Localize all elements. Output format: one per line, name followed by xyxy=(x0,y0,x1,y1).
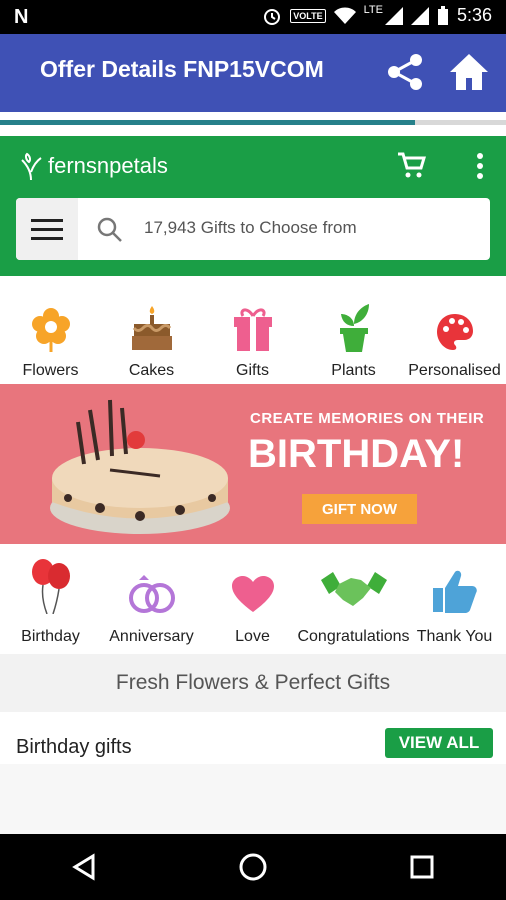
rings-icon xyxy=(128,575,175,613)
category-gifts[interactable]: Gifts xyxy=(202,276,303,384)
occasion-label: Thank You xyxy=(416,628,493,645)
brand-logo[interactable]: fernsnpetals xyxy=(18,150,168,182)
category-flowers[interactable]: Flowers xyxy=(0,276,101,384)
category-plants[interactable]: Plants xyxy=(303,276,404,384)
signal-icon-2 xyxy=(410,6,429,25)
search-input[interactable]: 17,943 Gifts to Choose from xyxy=(144,218,357,238)
product-list-area xyxy=(0,764,506,834)
gift-icon xyxy=(233,308,272,351)
section-title: Birthday gifts xyxy=(16,736,132,758)
share-icon[interactable] xyxy=(386,52,426,92)
category-cakes[interactable]: Cakes xyxy=(101,276,202,384)
cake-icon xyxy=(131,306,172,350)
banner-headline: BIRTHDAY! xyxy=(248,432,465,476)
category-label: Plants xyxy=(331,362,376,379)
occasion-label: Birthday xyxy=(21,628,80,645)
flower-icon xyxy=(31,308,70,352)
thumbs-up-icon xyxy=(432,570,477,613)
category-label: Cakes xyxy=(128,362,175,379)
cart-icon[interactable] xyxy=(396,150,426,180)
palette-icon xyxy=(436,314,473,350)
battery-icon xyxy=(437,5,448,25)
flower-logo-icon xyxy=(21,152,42,181)
tagline: Fresh Flowers & Perfect Gifts xyxy=(0,654,506,712)
occasion-love[interactable]: Love xyxy=(202,544,303,654)
system-nav-bar xyxy=(0,834,506,900)
birthday-gifts-section: Birthday gifts VIEW ALL xyxy=(0,712,506,764)
view-all-button[interactable]: VIEW ALL xyxy=(385,728,493,758)
wifi-icon xyxy=(333,7,356,24)
occasion-birthday[interactable]: Birthday xyxy=(0,544,101,654)
recents-icon[interactable] xyxy=(409,854,435,880)
category-label: Flowers xyxy=(22,362,79,379)
home-icon[interactable] xyxy=(448,52,490,92)
clock: 5:36 xyxy=(456,5,492,25)
occasion-congratulations[interactable]: Congratulations xyxy=(297,544,410,654)
occasion-label: Congratulations xyxy=(297,628,410,645)
search-bar[interactable]: 17,943 Gifts to Choose from xyxy=(16,198,490,260)
birthday-cake-image xyxy=(50,399,230,534)
back-icon[interactable] xyxy=(71,853,97,881)
brand-header: fernsnpetals 17,943 Gifts to Choose from xyxy=(0,136,506,276)
home-nav-icon[interactable] xyxy=(238,852,268,882)
more-options-icon[interactable] xyxy=(476,152,484,180)
occasion-label: Love xyxy=(235,628,270,645)
occasion-label: Anniversary xyxy=(109,628,194,645)
app-bar: Offer Details FNP15VCOM xyxy=(0,34,506,112)
gift-now-button[interactable]: GIFT NOW xyxy=(302,494,417,524)
category-personalised[interactable]: Personalised xyxy=(404,276,505,384)
volte-badge: VOLTE xyxy=(290,8,326,23)
search-icon xyxy=(97,217,122,242)
promo-banner[interactable]: CREATE MEMORIES ON THEIR BIRTHDAY! GIFT … xyxy=(0,384,506,544)
notification-icon: N xyxy=(14,6,29,28)
heart-icon xyxy=(231,576,274,612)
category-label: Personalised xyxy=(408,362,501,379)
occasion-anniversary[interactable]: Anniversary xyxy=(101,544,202,654)
brand-logo-text: fernsnpetals xyxy=(48,153,168,178)
occasion-row: Birthday Anniversary Love Congratulation… xyxy=(0,544,506,654)
handshake-icon xyxy=(320,572,387,606)
page-progress-fill xyxy=(0,120,415,125)
banner-subtitle: CREATE MEMORIES ON THEIR xyxy=(250,410,485,427)
plant-icon xyxy=(339,304,369,352)
category-label: Gifts xyxy=(236,362,269,379)
occasion-thank-you[interactable]: Thank You xyxy=(404,544,505,654)
balloons-icon xyxy=(31,559,70,614)
alarm-icon xyxy=(264,8,281,25)
page-progress xyxy=(0,112,506,130)
lte-label: LTE xyxy=(363,3,383,16)
hamburger-menu-icon[interactable] xyxy=(16,198,78,260)
page-title: Offer Details FNP15VCOM xyxy=(40,56,324,82)
status-bar: N VOLTE LTE 5:36 xyxy=(0,0,506,34)
category-row: Flowers Cakes Gifts Plants Personalised xyxy=(0,276,506,384)
signal-icon xyxy=(384,6,403,25)
